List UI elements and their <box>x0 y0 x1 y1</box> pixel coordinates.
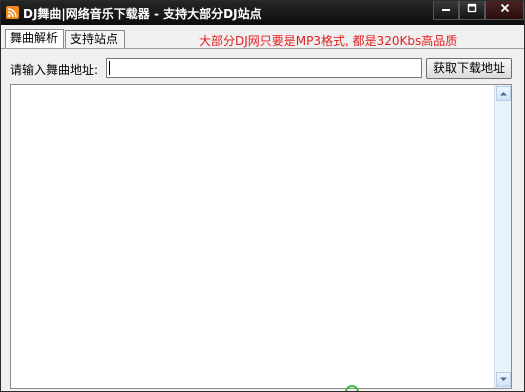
fetch-download-button[interactable]: 获取下载地址 <box>426 58 512 79</box>
title-bar[interactable]: DJ舞曲|网络音乐下载器 - 支持大部分DJ站点 <box>1 1 524 25</box>
tab-parse[interactable]: 舞曲解析 <box>5 29 64 48</box>
chevron-down-icon <box>500 377 507 381</box>
text-caret <box>109 61 110 75</box>
app-window: DJ舞曲|网络音乐下载器 - 支持大部分DJ站点 舞曲解析 支持站点 大部分DJ… <box>0 0 525 392</box>
scroll-up-button[interactable] <box>496 86 511 101</box>
vertical-scrollbar[interactable] <box>494 85 511 388</box>
quality-notice: 大部分DJ网只要是MP3格式, 都是320Kbs高品质 <box>199 34 458 48</box>
close-icon <box>500 1 510 18</box>
chevron-up-icon <box>500 92 507 96</box>
loading-indicator-icon <box>345 385 359 391</box>
window-title: DJ舞曲|网络音乐下载器 - 支持大部分DJ站点 <box>23 7 262 21</box>
maximize-icon <box>467 1 477 18</box>
minimize-button[interactable] <box>433 1 459 20</box>
address-label: 请输入舞曲地址: <box>10 63 99 77</box>
rss-icon <box>6 6 19 19</box>
address-input[interactable] <box>106 58 422 78</box>
result-textarea[interactable] <box>10 84 512 389</box>
maximize-button[interactable] <box>459 1 485 20</box>
scroll-down-button[interactable] <box>496 372 511 387</box>
minimize-icon <box>441 1 451 18</box>
tab-supported-sites[interactable]: 支持站点 <box>65 30 125 48</box>
close-button[interactable] <box>485 1 524 20</box>
